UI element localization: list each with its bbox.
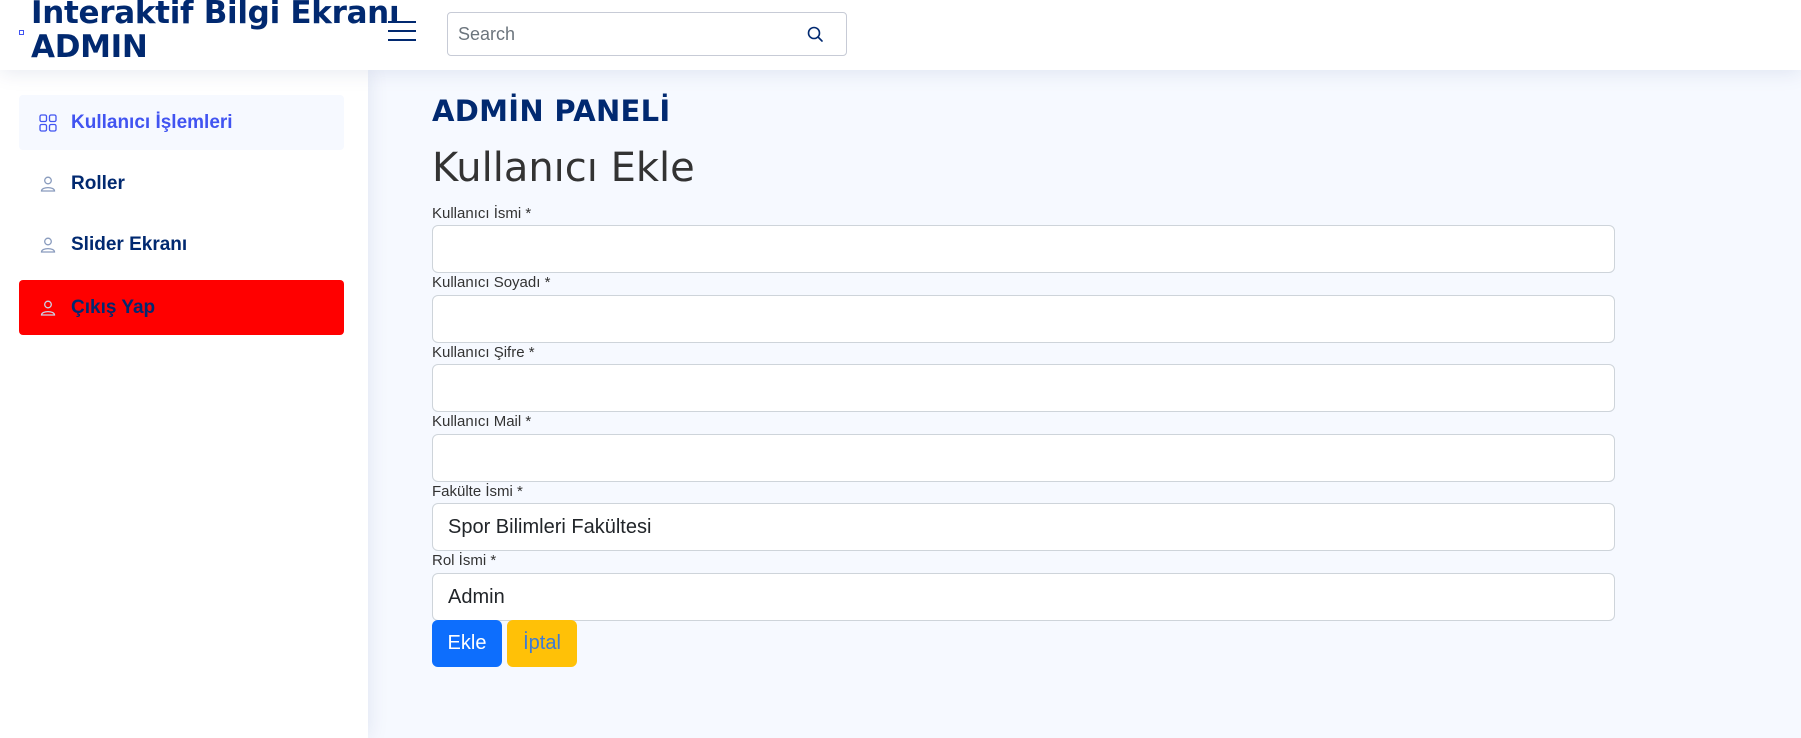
- faculty-field[interactable]: [432, 503, 1615, 551]
- app-title-line2: ADMIN: [31, 29, 148, 65]
- person-icon: [39, 299, 57, 317]
- sidebar-item-label: Slider Ekranı: [71, 234, 188, 255]
- page-title: ADMİN PANELİ: [432, 94, 671, 128]
- password-label: Kullanıcı Şifre *: [432, 344, 535, 361]
- first-name-field[interactable]: [432, 225, 1615, 273]
- sidebar-item-label: Kullanıcı İşlemleri: [71, 112, 233, 133]
- sidebar-item-roller[interactable]: Roller: [19, 156, 344, 211]
- add-button[interactable]: Ekle: [432, 620, 502, 667]
- email-field[interactable]: [432, 434, 1615, 482]
- role-label: Rol İsmi *: [432, 552, 497, 569]
- sidebar-item-cikis-yap[interactable]: Çıkış Yap: [19, 280, 344, 335]
- sidebar-item-label: Çıkış Yap: [71, 297, 156, 318]
- app-logo-title[interactable]: İnteraktif Bilgi Ekranı ADMIN: [31, 0, 400, 65]
- sidebar-item-slider-ekrani[interactable]: Slider Ekranı: [19, 217, 344, 272]
- first-name-label: Kullanıcı İsmi *: [432, 205, 532, 222]
- sidebar-item-label: Roller: [71, 173, 125, 194]
- last-name-field[interactable]: [432, 295, 1615, 343]
- logo-icon: [19, 30, 24, 35]
- email-label: Kullanıcı Mail *: [432, 413, 532, 430]
- search-icon[interactable]: [804, 23, 828, 47]
- password-field[interactable]: [432, 364, 1615, 412]
- role-field[interactable]: [432, 573, 1615, 621]
- app-title-line1: İnteraktif Bilgi Ekranı: [31, 0, 400, 31]
- menu-icon[interactable]: [388, 18, 416, 44]
- form-title: Kullanıcı Ekle: [432, 145, 695, 191]
- grid-icon: [39, 114, 57, 132]
- sidebar-item-kullanici-islemleri[interactable]: Kullanıcı İşlemleri: [19, 95, 344, 150]
- top-header: İnteraktif Bilgi Ekranı ADMIN: [0, 0, 1801, 70]
- search-input[interactable]: [448, 13, 788, 55]
- faculty-label: Fakülte İsmi *: [432, 483, 523, 500]
- person-icon: [39, 236, 57, 254]
- search-bar: [447, 12, 847, 56]
- sidebar: Kullanıcı İşlemleri Roller Slider Ekranı: [0, 70, 368, 738]
- main-content: ADMİN PANELİ Kullanıcı Ekle Kullanıcı İs…: [368, 70, 1801, 738]
- last-name-label: Kullanıcı Soyadı *: [432, 274, 551, 291]
- cancel-button[interactable]: İptal: [507, 620, 577, 667]
- person-icon: [39, 175, 57, 193]
